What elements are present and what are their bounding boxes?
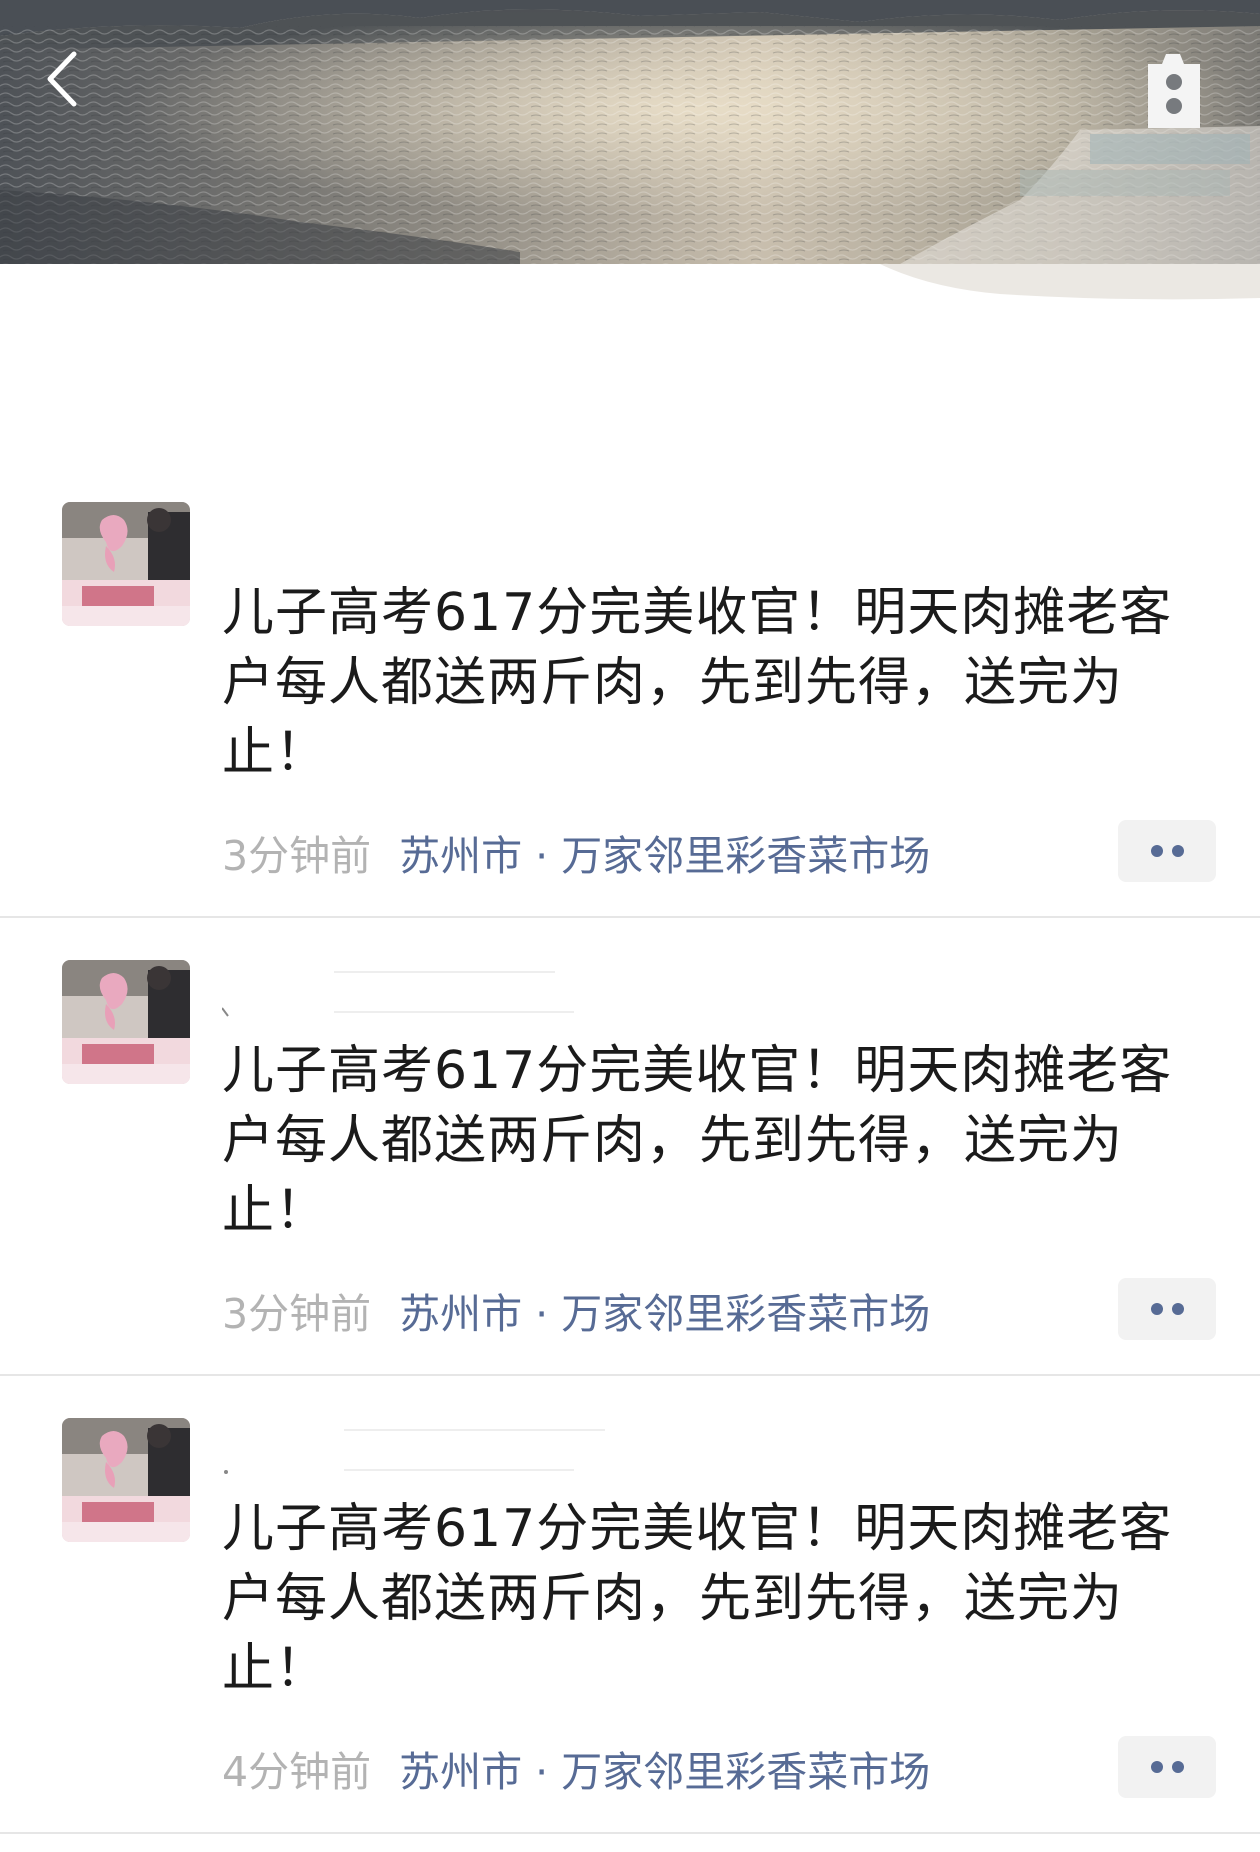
post-divider (0, 1832, 1260, 1834)
moments-feed: 儿子高考617分完美收官！明天肉摊老客 户每人都送两斤肉，先到先得，送完为 止！… (0, 460, 1260, 1834)
cover-edge-shadow (880, 264, 1260, 300)
post-time: 3分钟前 (222, 1290, 372, 1338)
moment-post: 儿子高考617分完美收官！明天肉摊老客 户每人都送两斤肉，先到先得，送完为 止！… (0, 460, 1260, 918)
post-meta: 3分钟前 苏州市 · 万家邻里彩香菜市场 (222, 1282, 930, 1346)
avatar[interactable] (62, 1418, 190, 1542)
avatar[interactable] (62, 502, 190, 626)
moment-post: 儿子高考617分完美收官！明天肉摊老客 户每人都送两斤肉，先到先得，送完为 止！… (0, 918, 1260, 1376)
more-actions-button[interactable] (1118, 820, 1216, 882)
nickname-area (224, 1429, 605, 1474)
chevron-left-icon (47, 51, 77, 107)
more-actions-button[interactable] (1118, 1278, 1216, 1340)
post-text: 儿子高考617分完美收官！明天肉摊老客 户每人都送两斤肉，先到先得，送完为 止！ (222, 1041, 1173, 1241)
lake-cover-image (0, 0, 1260, 264)
location-link[interactable]: 苏州市 · 万家邻里彩香菜市场 (399, 1290, 930, 1338)
post-text: 儿子高考617分完美收官！明天肉摊老客 户每人都送两斤肉，先到先得，送完为 止！ (222, 583, 1173, 783)
nickname-area (222, 971, 574, 1017)
post-text: 儿子高考617分完美收官！明天肉摊老客 户每人都送两斤肉，先到先得，送完为 止！ (222, 1499, 1173, 1699)
location-link[interactable]: 苏州市 · 万家邻里彩香菜市场 (399, 832, 930, 880)
post-meta: 4分钟前 苏州市 · 万家邻里彩香菜市场 (222, 1740, 930, 1804)
avatar-photo (62, 960, 190, 1084)
location-link[interactable]: 苏州市 · 万家邻里彩香菜市场 (399, 1748, 930, 1796)
camera-icon (1148, 54, 1200, 128)
back-button[interactable] (36, 40, 88, 118)
post-meta: 3分钟前 苏州市 · 万家邻里彩香菜市场 (222, 824, 930, 888)
camera-button[interactable] (1138, 48, 1208, 134)
more-actions-button[interactable] (1118, 1736, 1216, 1798)
avatar-photo (62, 1418, 190, 1542)
post-time: 3分钟前 (222, 832, 372, 880)
avatar-photo (62, 502, 190, 626)
avatar[interactable] (62, 960, 190, 1084)
moment-post: 儿子高考617分完美收官！明天肉摊老客 户每人都送两斤肉，先到先得，送完为 止！… (0, 1376, 1260, 1834)
cover-photo[interactable] (0, 0, 1260, 264)
post-time: 4分钟前 (222, 1748, 372, 1796)
